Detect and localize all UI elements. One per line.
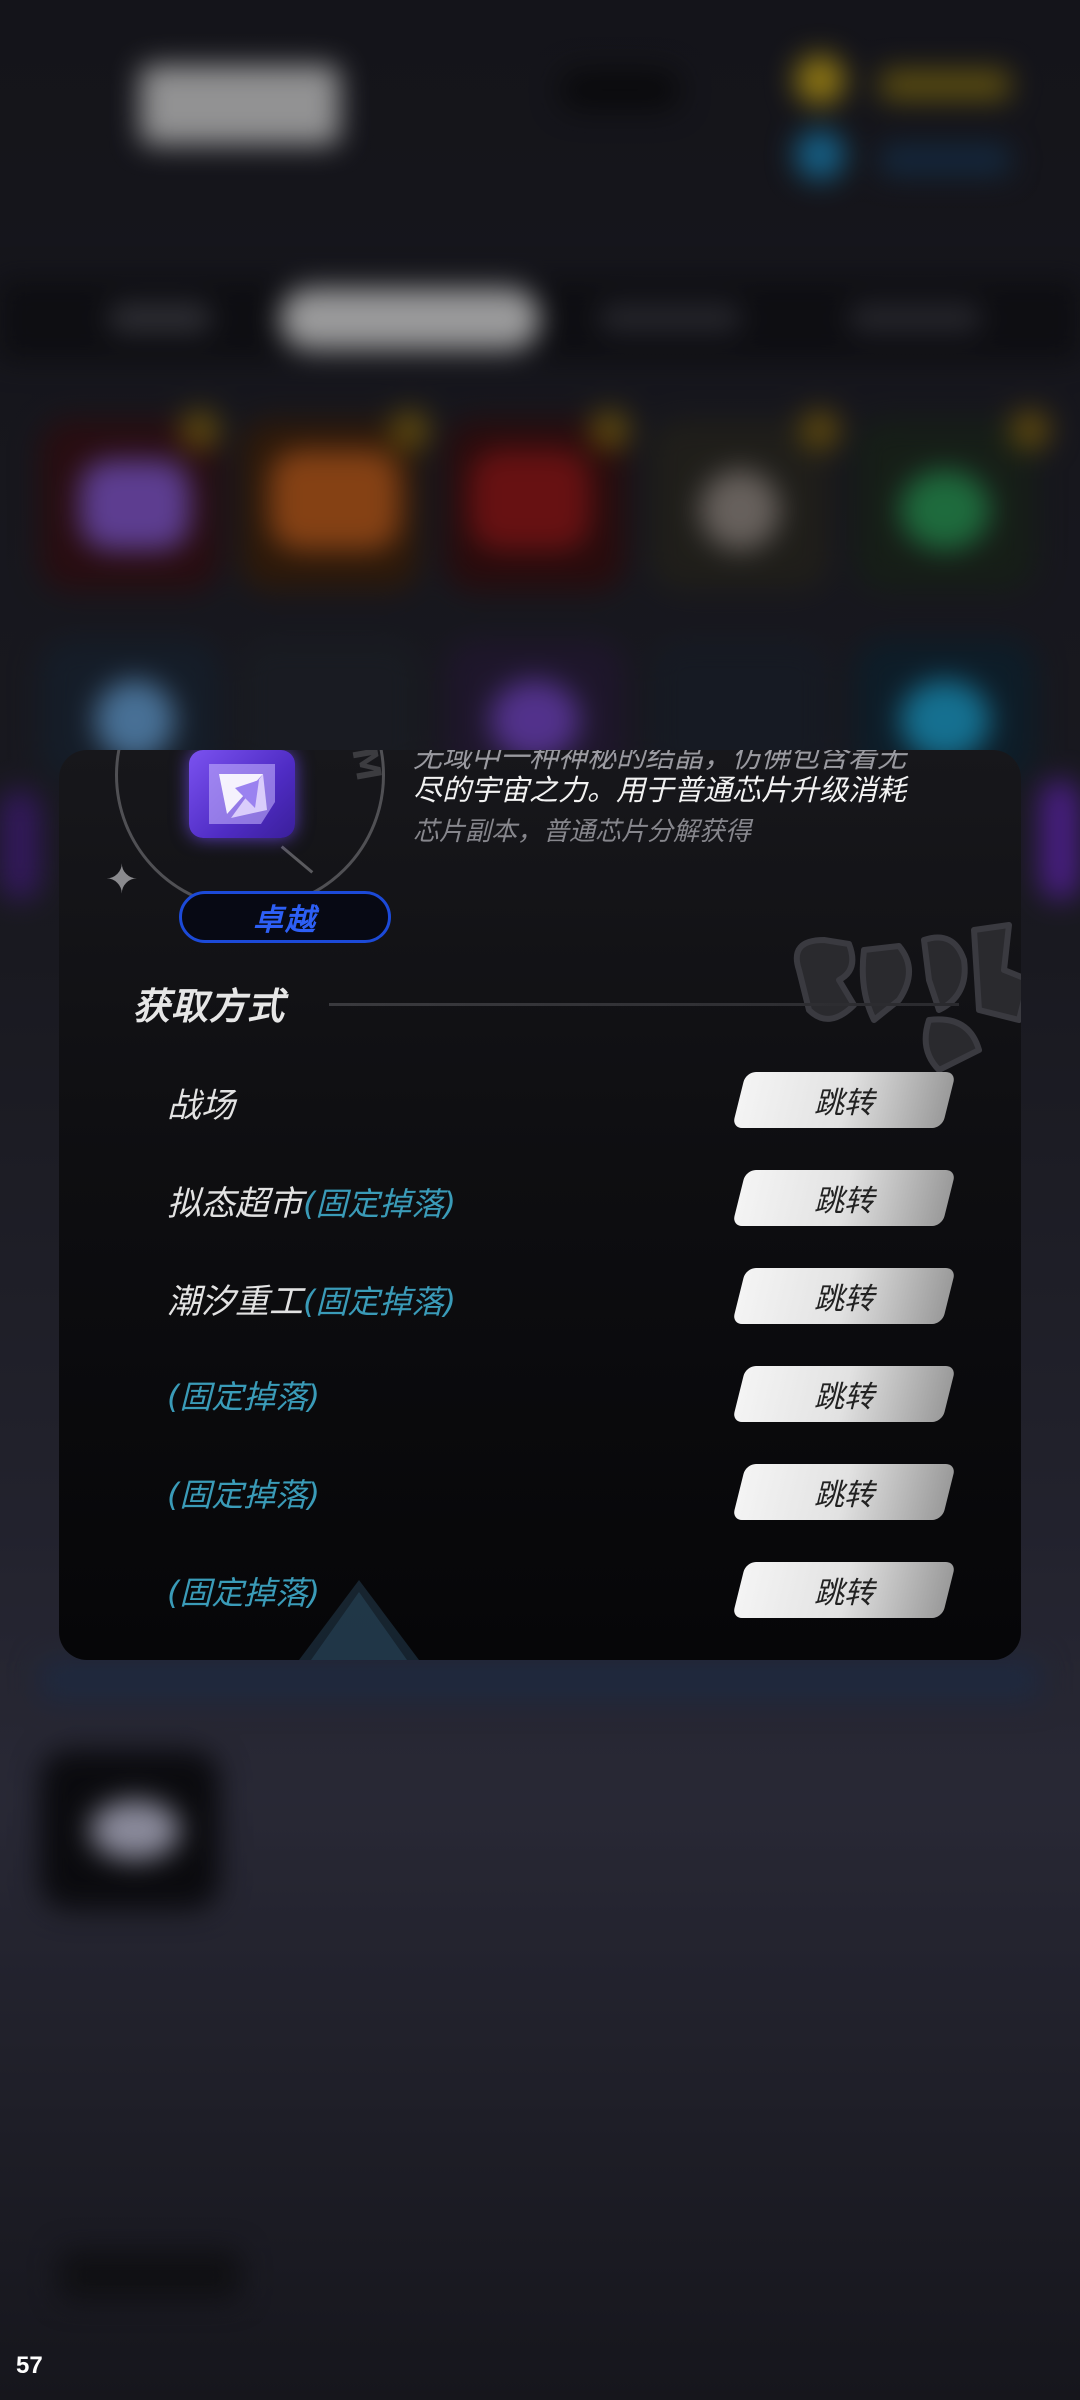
drop-tag: (固定掉落) [167, 1378, 320, 1416]
acquisition-source-label: (固定掉落) [167, 1372, 320, 1418]
section-divider [329, 1003, 959, 1006]
acquisition-source-label: 拟态超市(固定掉落) [167, 1176, 456, 1225]
acquisition-source-label: 潮汐重工(固定掉落) [167, 1274, 456, 1323]
jump-button[interactable]: 跳转 [732, 1170, 956, 1226]
purple-crystal-icon [189, 750, 295, 838]
item-source-note: 芯片副本，普通芯片分解获得 [413, 817, 752, 847]
fps-counter: 57 [16, 2352, 43, 2379]
jump-button[interactable]: 跳转 [732, 1072, 956, 1128]
source-name: 拟态超市 [167, 1184, 303, 1224]
jump-button-label: 跳转 [814, 1576, 874, 1611]
jump-button[interactable]: 跳转 [732, 1464, 956, 1520]
acquisition-source-label: 战场 [167, 1078, 235, 1127]
acquisition-row: (固定掉落) 跳转 [59, 1464, 1021, 1524]
jump-button-label: 跳转 [814, 1380, 874, 1415]
rarity-badge: 卓越 [179, 891, 391, 943]
acquisition-source-label: (固定掉落) [167, 1568, 320, 1614]
acquisition-section-title: 获取方式 [133, 985, 285, 1028]
acquisition-row: (固定掉落) 跳转 [59, 1562, 1021, 1622]
drop-tag: (固定掉落) [303, 1185, 456, 1223]
jump-button-label: 跳转 [814, 1086, 874, 1121]
source-name: 潮汐重工 [167, 1282, 303, 1322]
jump-button-label: 跳转 [814, 1282, 874, 1317]
jump-button[interactable]: 跳转 [732, 1268, 956, 1324]
drop-tag: (固定掉落) [303, 1283, 456, 1321]
jump-button[interactable]: 跳转 [732, 1562, 956, 1618]
acquisition-row: 战场 跳转 [59, 1072, 1021, 1132]
drop-tag: (固定掉落) [167, 1574, 320, 1612]
sparkle-icon: ✦ [105, 857, 139, 903]
source-name: 战场 [167, 1086, 235, 1126]
jump-button-label: 跳转 [814, 1184, 874, 1219]
acquisition-row: (固定掉落) 跳转 [59, 1366, 1021, 1426]
jump-button[interactable]: 跳转 [732, 1366, 956, 1422]
acquisition-source-label: (固定掉落) [167, 1470, 320, 1516]
triangle-decor [299, 1580, 419, 1660]
graffiti-decor [793, 922, 1021, 1073]
acquisition-row: 拟态超市(固定掉落) 跳转 [59, 1170, 1021, 1230]
acquisition-row: 潮汐重工(固定掉落) 跳转 [59, 1268, 1021, 1328]
item-description-line-2: 尽的宇宙之力。用于普通芯片升级消耗 [413, 773, 907, 807]
jump-button-label: 跳转 [814, 1478, 874, 1513]
item-info-modal: M ✦ 卓越 无域中一种神秘的结晶，仿佛包含着无 尽的宇宙之力。用于普通芯片升级… [59, 750, 1021, 1660]
drop-tag: (固定掉落) [167, 1476, 320, 1514]
